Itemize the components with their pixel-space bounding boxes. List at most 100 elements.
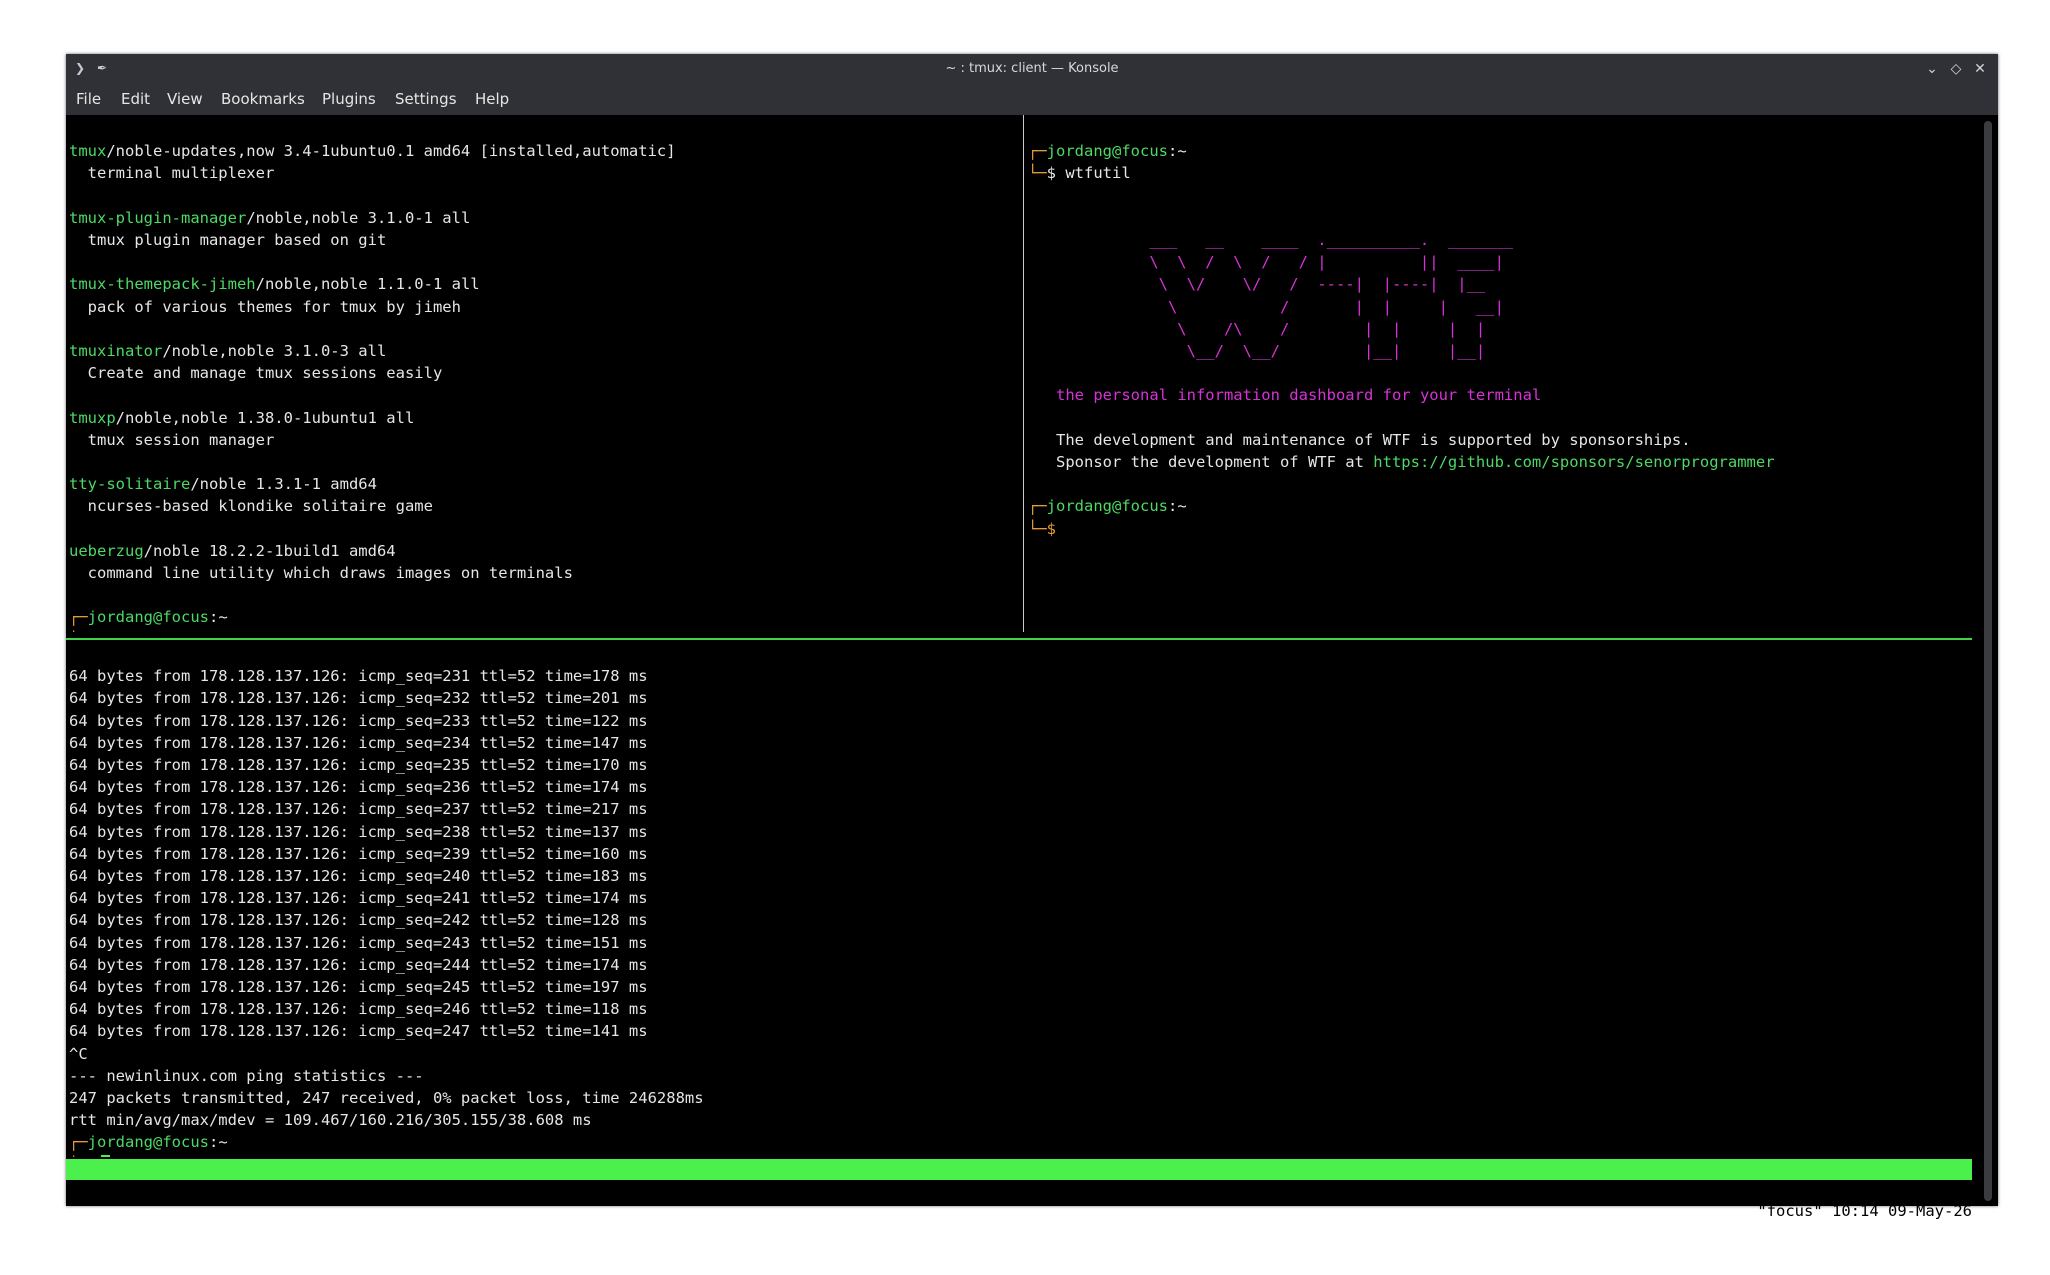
ping-stats-line: 247 packets transmitted, 247 received, 0… (69, 1089, 704, 1108)
package-name: tmuxinator (69, 342, 163, 361)
wtf-ascii-line: \ /\ / | | | | (1028, 319, 1486, 338)
ping-line: 64 bytes from 178.128.137.126: icmp_seq=… (69, 955, 648, 974)
wtf-tagline: the personal information dashboard for y… (1056, 386, 1542, 405)
prompt-user: jordang@focus (1046, 142, 1168, 161)
ping-line: 64 bytes from 178.128.137.126: icmp_seq=… (69, 1022, 648, 1041)
pane-divider-horizontal[interactable] (66, 638, 1972, 640)
list-item: ueberzug/noble 18.2.2-1build1 amd64 (69, 540, 1019, 562)
menu-bookmarks[interactable]: Bookmarks (221, 83, 305, 115)
ping-line: 64 bytes from 178.128.137.126: icmp_seq=… (69, 733, 648, 752)
prompt-user: jordang@focus (1046, 497, 1168, 516)
package-info: /noble,noble 1.1.0-1 all (255, 275, 480, 294)
package-name: tmux-plugin-manager (69, 208, 247, 227)
ping-line: 64 bytes from 178.128.137.126: icmp_seq=… (69, 778, 648, 797)
scrollbar[interactable] (1984, 121, 1992, 1201)
ping-line: 64 bytes from 178.128.137.126: icmp_seq=… (69, 889, 648, 908)
menu-settings[interactable]: Settings (395, 83, 457, 115)
prompt-user: jordang@focus (87, 1133, 209, 1152)
package-desc: Create and manage tmux sessions easily (69, 364, 443, 383)
command-line: $ wtfutil (1046, 164, 1131, 183)
list-item: tty-solitaire/noble 1.3.1-1 amd64 (69, 473, 1019, 495)
prompt-symbol: $ (88, 631, 97, 632)
ping-line: 64 bytes from 178.128.137.126: icmp_seq=… (69, 711, 648, 730)
ping-stats-header: --- newinlinux.com ping statistics --- (69, 1066, 424, 1085)
package-info: /noble-updates,now 3.4-1ubuntu0.1 amd64 … (106, 142, 676, 161)
tmux-status-right: "focus" 10:14 09-May-26 (1757, 1202, 1972, 1220)
interrupt-line: ^C (69, 1044, 88, 1063)
prompt-corner: └─ (69, 631, 88, 632)
menu-edit[interactable]: Edit (121, 83, 150, 115)
konsole-window: ❯ ✒ ~ : tmux: client — Konsole ⌄ ◇ ✕ Fil… (66, 54, 1998, 1220)
prompt-path: :~ (1168, 497, 1187, 516)
ping-line: 64 bytes from 178.128.137.126: icmp_seq=… (69, 867, 648, 886)
menu-view[interactable]: View (167, 83, 203, 115)
right-pane[interactable]: ┌─jordang@focus:~ └─$ wtfutil ___ __ ____… (1028, 118, 1972, 632)
wtf-sponsor-text: The development and maintenance of WTF i… (1056, 430, 1691, 449)
ping-line: 64 bytes from 178.128.137.126: icmp_seq=… (69, 978, 648, 997)
package-info: /noble 1.3.1-1 amd64 (190, 475, 377, 494)
prompt-symbol: $ (88, 1156, 97, 1157)
ping-line: 64 bytes from 178.128.137.126: icmp_seq=… (69, 911, 648, 930)
menu-plugins[interactable]: Plugins (322, 83, 376, 115)
sponsor-link[interactable]: https://github.com/sponsors/senorprogram… (1373, 453, 1774, 471)
list-item: tmuxp/noble,noble 1.38.0-1ubuntu1 all (69, 407, 1019, 429)
list-item: tmux/noble-updates,now 3.4-1ubuntu0.1 am… (69, 140, 1019, 162)
tmux-status-bar: [0] 0:bash* "focus" 10:14 09-May-26 (66, 1159, 1972, 1220)
prompt-corner: ┌─ (69, 608, 88, 627)
prompt-symbol: $ (1046, 519, 1057, 538)
pane-divider-vertical[interactable] (1023, 115, 1024, 632)
prompt-path: :~ (209, 1133, 228, 1152)
prompt-path: :~ (1168, 142, 1187, 161)
prompt-corner: ┌─ (1028, 497, 1047, 516)
list-item: tmux-themepack-jimeh/noble,noble 1.1.0-1… (69, 273, 1019, 295)
package-desc: tmux session manager (69, 430, 275, 449)
wtf-ascii-line: \ \ / \ / / | || ____| (1028, 253, 1504, 272)
wtf-ascii-line: \__/ \__/ |__| |__| (1028, 342, 1486, 361)
package-info: /noble,noble 3.1.0-1 all (246, 208, 471, 227)
title-bar[interactable]: ❯ ✒ ~ : tmux: client — Konsole ⌄ ◇ ✕ (66, 54, 1998, 83)
package-info: /noble,noble 3.1.0-3 all (162, 342, 387, 361)
ping-line: 64 bytes from 178.128.137.126: icmp_seq=… (69, 844, 648, 863)
prompt-corner: ┌─ (69, 1133, 88, 1152)
menu-help[interactable]: Help (475, 83, 509, 115)
shell-prompt: ┌─jordang@focus:~ (1028, 495, 1972, 517)
prompt-corner: └─ (69, 1156, 88, 1157)
terminal-area[interactable]: tmux/noble-updates,now 3.4-1ubuntu0.1 am… (66, 115, 1998, 1220)
package-name: tty-solitaire (69, 475, 191, 494)
ping-line: 64 bytes from 178.128.137.126: icmp_seq=… (69, 756, 648, 775)
prompt-corner: ┌─ (1028, 142, 1047, 161)
package-desc: command line utility which draws images … (69, 564, 573, 583)
window-title: ~ : tmux: client — Konsole (945, 61, 1119, 76)
package-name: ueberzug (69, 541, 144, 560)
list-item: tmux-plugin-manager/noble,noble 3.1.0-1 … (69, 207, 1019, 229)
prompt-user: jordang@focus (87, 608, 209, 627)
shell-prompt: ┌─jordang@focus:~ (1028, 140, 1972, 162)
package-info: /noble 18.2.2-1build1 amd64 (143, 541, 396, 560)
package-desc: terminal multiplexer (69, 164, 275, 183)
bottom-pane[interactable]: 64 bytes from 178.128.137.126: icmp_seq=… (69, 643, 1969, 1157)
package-name: tmux (69, 142, 107, 161)
package-desc: ncurses-based klondike solitaire game (69, 497, 433, 516)
close-button[interactable]: ✕ (1970, 59, 1990, 79)
wtf-sponsor-prefix: Sponsor the development of WTF at (1056, 453, 1374, 472)
tmux-window-list[interactable]: [0] 0:bash* (69, 1180, 172, 1201)
prompt-corner: └─ (1028, 164, 1047, 183)
text-cursor (101, 1154, 111, 1157)
package-desc: pack of various themes for tmux by jimeh (69, 297, 461, 316)
left-pane[interactable]: tmux/noble-updates,now 3.4-1ubuntu0.1 am… (69, 118, 1019, 632)
ping-line: 64 bytes from 178.128.137.126: icmp_seq=… (69, 933, 648, 952)
ping-line: 64 bytes from 178.128.137.126: icmp_seq=… (69, 1000, 648, 1019)
list-item: tmuxinator/noble,noble 3.1.0-3 all (69, 340, 1019, 362)
wtf-ascii-line: ___ __ ____ .__________. _______ (1028, 231, 1514, 250)
maximize-button[interactable]: ◇ (1946, 59, 1966, 79)
ping-line: 64 bytes from 178.128.137.126: icmp_seq=… (69, 689, 648, 708)
package-desc: tmux plugin manager based on git (69, 231, 387, 250)
menu-file[interactable]: File (76, 83, 101, 115)
prompt-path: :~ (209, 608, 228, 627)
package-name: tmuxp (69, 408, 116, 427)
package-info: /noble,noble 1.38.0-1ubuntu1 all (115, 408, 415, 427)
minimize-button[interactable]: ⌄ (1922, 59, 1942, 79)
shell-prompt: ┌─jordang@focus:~ (69, 606, 1019, 628)
prompt-corner: └─ (1028, 519, 1047, 538)
ping-line: 64 bytes from 178.128.137.126: icmp_seq=… (69, 800, 648, 819)
